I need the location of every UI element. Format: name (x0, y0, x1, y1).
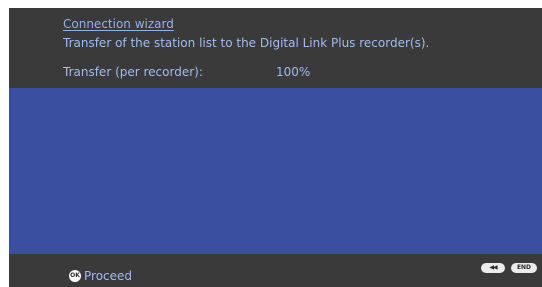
end-button[interactable]: END (511, 263, 537, 273)
footer-bar: OK Proceed ◀◀ END (9, 254, 542, 287)
ok-button-icon: OK (69, 270, 81, 282)
proceed-label: Proceed (84, 269, 133, 283)
page-title: Connection wizard (63, 17, 174, 31)
wizard-header: Connection wizard Transfer of the statio… (9, 8, 542, 88)
content-panel (9, 88, 542, 254)
transfer-label: Transfer (per recorder): (63, 65, 203, 79)
tv-screen: Connection wizard Transfer of the statio… (9, 8, 542, 287)
rewind-icon[interactable]: ◀◀ (481, 263, 505, 273)
proceed-button[interactable]: OK Proceed (69, 269, 132, 283)
transfer-progress-value: 100% (276, 65, 311, 79)
wizard-description: Transfer of the station list to the Digi… (63, 36, 430, 50)
